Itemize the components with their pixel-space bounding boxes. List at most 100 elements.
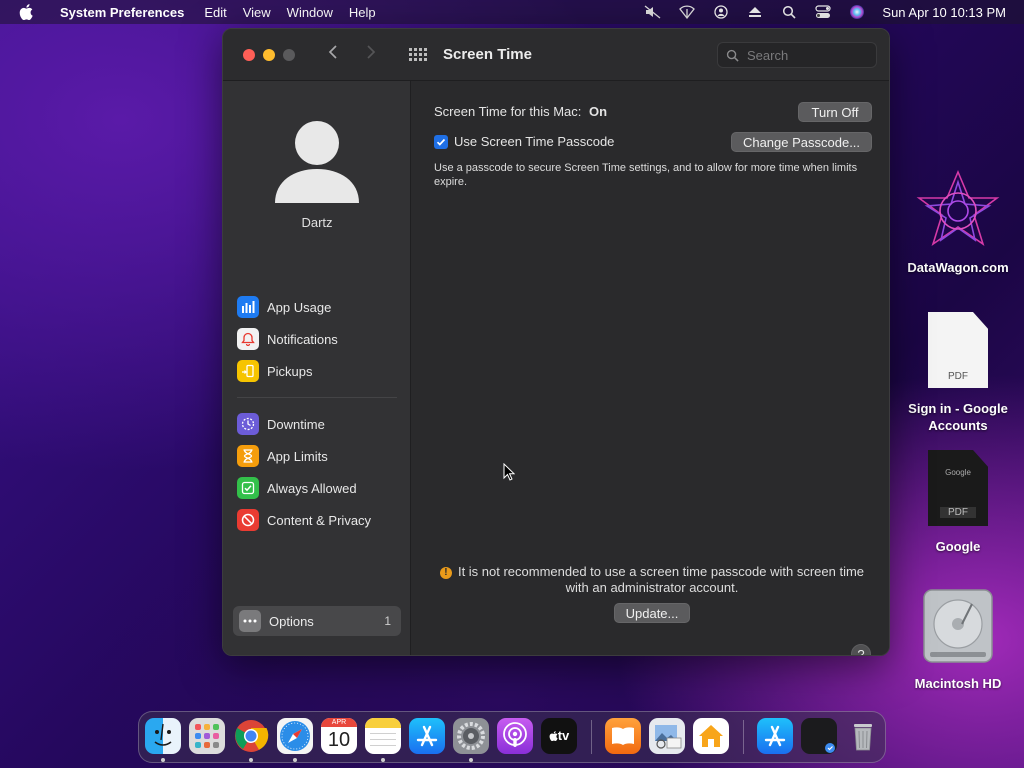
desktop-icon-label: Google xyxy=(935,539,981,554)
passcode-checkbox[interactable] xyxy=(434,134,448,149)
pdf-file-icon: Google PDF xyxy=(928,450,988,526)
help-button[interactable]: ? xyxy=(851,644,871,655)
menu-window[interactable]: Window xyxy=(279,5,341,20)
minimize-button[interactable] xyxy=(263,48,275,61)
desktop-icon-datawagon[interactable]: DataWagon.com xyxy=(898,168,1018,276)
books-icon[interactable] xyxy=(605,718,641,754)
running-indicator xyxy=(249,758,253,762)
safari-icon[interactable] xyxy=(277,718,313,754)
wifi-icon[interactable] xyxy=(670,5,704,19)
traffic-lights xyxy=(223,48,295,61)
app-store-icon[interactable] xyxy=(409,718,445,754)
menu-edit[interactable]: Edit xyxy=(196,5,234,20)
checkmark-icon xyxy=(436,138,446,146)
sidebar-item-app-usage[interactable]: App Usage xyxy=(237,294,397,320)
status-value: On xyxy=(589,104,608,119)
system-preferences-icon[interactable] xyxy=(453,718,489,754)
status-label: Screen Time for this Mac: xyxy=(434,104,582,119)
launchpad-icon[interactable] xyxy=(189,718,225,754)
sidebar-item-always-allowed[interactable]: Always Allowed xyxy=(237,475,397,501)
control-center-icon[interactable] xyxy=(806,5,840,19)
desktop-icon-label: Sign in - Google Accounts xyxy=(908,401,1008,433)
notes-icon[interactable] xyxy=(365,718,401,754)
passcode-label[interactable]: Use Screen Time Passcode xyxy=(454,134,614,149)
mute-icon[interactable] xyxy=(636,5,670,19)
passcode-description: Use a passcode to secure Screen Time set… xyxy=(434,162,858,188)
show-all-grid-icon[interactable] xyxy=(409,48,427,61)
user-avatar-icon[interactable] xyxy=(273,117,361,205)
sidebar-item-label: Notifications xyxy=(267,331,338,347)
search-field[interactable] xyxy=(717,42,877,68)
calendar-icon[interactable]: APR 10 xyxy=(321,718,357,754)
finder-icon[interactable] xyxy=(145,718,181,754)
desktop-icon-google-accounts-pdf[interactable]: PDF Sign in - Google Accounts xyxy=(898,312,1018,434)
home-icon[interactable] xyxy=(693,718,729,754)
warning-text: It is not recommended to use a screen ti… xyxy=(457,564,865,595)
preview-icon[interactable] xyxy=(649,718,685,754)
chevron-right-icon xyxy=(367,45,376,59)
chrome-icon[interactable] xyxy=(233,718,269,754)
app-usage-icon xyxy=(237,296,259,318)
sidebar-item-notifications[interactable]: Notifications xyxy=(237,326,397,352)
sidebar-item-content-privacy[interactable]: Content & Privacy xyxy=(237,507,397,533)
desktop-icon-label: DataWagon.com xyxy=(907,260,1009,275)
pdf-doc-text: Google xyxy=(945,468,971,477)
close-button[interactable] xyxy=(243,48,255,61)
turn-off-button[interactable]: Turn Off xyxy=(798,102,872,122)
sidebar-item-options[interactable]: Options 1 xyxy=(233,606,401,636)
chevron-left-icon xyxy=(328,45,337,59)
sidebar-item-label: App Usage xyxy=(267,299,332,315)
content-privacy-icon xyxy=(237,509,259,531)
downtime-icon xyxy=(237,413,259,435)
sidebar-item-label: Downtime xyxy=(267,416,325,432)
calendar-month: APR xyxy=(321,718,357,727)
sidebar-item-app-limits[interactable]: App Limits xyxy=(237,443,397,469)
apple-tv-icon[interactable]: tv xyxy=(541,718,577,754)
trash-icon[interactable] xyxy=(845,718,881,754)
sidebar-item-pickups[interactable]: Pickups xyxy=(237,358,397,384)
window-title: Screen Time xyxy=(443,46,532,63)
screen-recording-icon[interactable] xyxy=(801,718,837,754)
zoom-button[interactable] xyxy=(283,48,295,61)
screen-time-status: Screen Time for this Mac: On xyxy=(434,104,607,119)
forward-button[interactable] xyxy=(361,44,381,65)
warning-icon: ! xyxy=(439,567,452,579)
app-limits-icon xyxy=(237,445,259,467)
hard-drive-icon xyxy=(923,589,993,663)
running-indicator xyxy=(161,758,165,762)
desktop-icon-macintosh-hd[interactable]: Macintosh HD xyxy=(898,588,1018,692)
user-icon[interactable] xyxy=(704,5,738,19)
sidebar-item-label: App Limits xyxy=(267,448,328,464)
dock-separator xyxy=(743,720,744,754)
dock-separator xyxy=(591,720,592,754)
update-button[interactable]: Update... xyxy=(614,603,690,623)
menu-clock[interactable]: Sun Apr 10 10:13 PM xyxy=(874,5,1006,20)
change-passcode-button[interactable]: Change Passcode... xyxy=(731,132,872,152)
pdf-file-icon: PDF xyxy=(928,312,988,388)
pdf-file-tag: PDF xyxy=(940,507,976,518)
menu-help[interactable]: Help xyxy=(341,5,384,20)
running-indicator xyxy=(293,758,297,762)
pdf-file-tag: PDF xyxy=(948,371,968,382)
search-icon[interactable] xyxy=(772,5,806,19)
search-input[interactable] xyxy=(747,47,867,63)
pickups-icon xyxy=(237,360,259,382)
datawagon-logo-icon xyxy=(916,169,1000,246)
menu-view[interactable]: View xyxy=(235,5,279,20)
app-store-folder-icon[interactable] xyxy=(757,718,793,754)
desktop-icon-google-pdf[interactable]: Google PDF Google xyxy=(898,450,1018,555)
menu-app-name[interactable]: System Preferences xyxy=(52,5,196,20)
podcasts-icon[interactable] xyxy=(497,718,533,754)
sidebar-item-downtime[interactable]: Downtime xyxy=(237,411,397,437)
always-allowed-icon xyxy=(237,477,259,499)
sidebar-item-label: Pickups xyxy=(267,363,313,379)
sidebar-item-label: Content & Privacy xyxy=(267,512,372,528)
apple-menu-icon[interactable] xyxy=(0,4,52,20)
siri-icon[interactable] xyxy=(840,4,874,20)
sidebar: Dartz App Usage Notifications Pickups Do… xyxy=(223,81,411,655)
sidebar-item-label: Options xyxy=(269,613,314,629)
eject-icon[interactable] xyxy=(738,6,772,18)
mouse-cursor-icon xyxy=(503,463,515,481)
dock: APR 10 tv xyxy=(138,711,886,763)
back-button[interactable] xyxy=(323,44,343,65)
